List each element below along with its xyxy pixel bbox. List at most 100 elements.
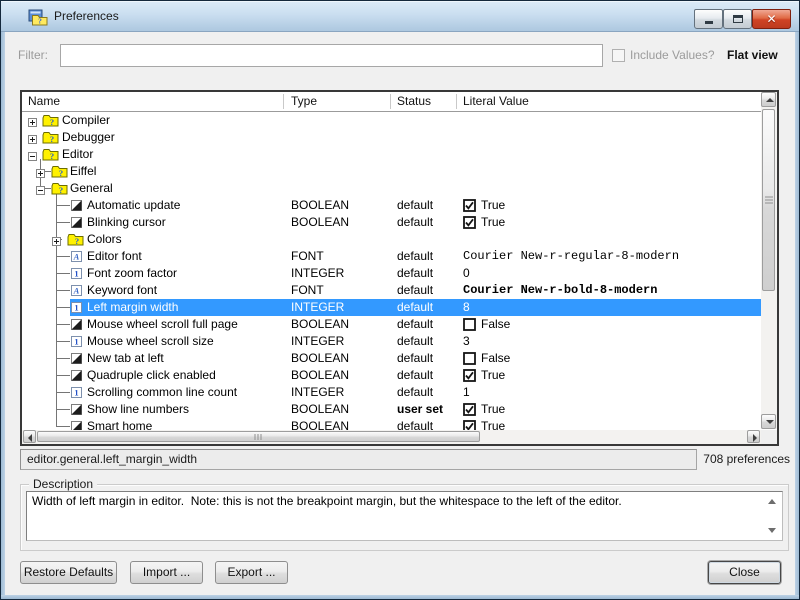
vertical-scroll-thumb[interactable] — [762, 109, 775, 291]
description-text: Width of left margin in editor. Note: th… — [32, 494, 762, 509]
boolean-type-icon — [71, 421, 82, 430]
collapse-minus-icon[interactable] — [28, 150, 37, 159]
export-button[interactable]: Export ... — [215, 561, 288, 584]
pref-value: Courier New-r-regular-8-modern — [463, 248, 679, 265]
expand-plus-icon[interactable] — [52, 235, 61, 244]
value-checkbox-unchecked[interactable] — [463, 318, 476, 334]
pref-status: default — [397, 299, 433, 316]
tree-line — [56, 426, 70, 427]
svg-text:?: ? — [50, 151, 54, 161]
close-window-button[interactable]: ✕ — [752, 9, 791, 29]
tree-line — [56, 290, 70, 291]
pref-name: Automatic update — [87, 197, 180, 214]
folder-icon: ? — [42, 131, 59, 147]
tree-line — [56, 307, 70, 308]
restore-defaults-button[interactable]: Restore Defaults — [20, 561, 117, 584]
column-divider[interactable] — [456, 94, 457, 109]
pref-row-show-line-numbers[interactable]: Show line numbersBOOLEANuser setTrue — [22, 401, 761, 418]
pref-row-new-tab-at-left[interactable]: New tab at leftBOOLEANdefaultFalse — [22, 350, 761, 367]
import-button[interactable]: Import ... — [130, 561, 203, 584]
column-header-literal[interactable]: Literal Value — [463, 92, 529, 111]
pref-row-smart-home[interactable]: Smart homeBOOLEANdefaultTrue — [22, 418, 761, 430]
pref-name: Compiler — [62, 112, 110, 129]
pref-row-font-zoom-factor[interactable]: 1Font zoom factorINTEGERdefault0 — [22, 265, 761, 282]
pref-row-mouse-wheel-scroll-full-page[interactable]: Mouse wheel scroll full pageBOOLEANdefau… — [22, 316, 761, 333]
pref-row-scrolling-common-line-count[interactable]: 1Scrolling common line countINTEGERdefau… — [22, 384, 761, 401]
value-checkbox-checked[interactable] — [463, 369, 476, 385]
pref-row-automatic-update[interactable]: Automatic updateBOOLEANdefaultTrue — [22, 197, 761, 214]
description-scroll-down-icon[interactable] — [768, 528, 776, 533]
grid-rows: ? Compiler?Debugger?Editor?Eiffel?General… — [22, 112, 761, 430]
horizontal-scroll-thumb[interactable] — [37, 431, 480, 442]
tree-line — [56, 205, 70, 206]
boolean-type-icon — [71, 404, 82, 418]
pref-row-general[interactable]: ?General — [22, 180, 761, 197]
expand-plus-icon[interactable] — [28, 116, 37, 125]
pref-status: default — [397, 418, 433, 430]
include-values-checkbox[interactable] — [612, 49, 625, 62]
maximize-button[interactable] — [723, 9, 752, 29]
pref-row-colors[interactable]: ?Colors — [22, 231, 761, 248]
pref-row-blinking-cursor[interactable]: Blinking cursorBOOLEANdefaultTrue — [22, 214, 761, 231]
tree-line — [56, 341, 70, 342]
pref-type: BOOLEAN — [291, 367, 349, 384]
scroll-down-button[interactable] — [761, 414, 776, 429]
column-divider[interactable] — [283, 94, 284, 109]
window-frame-left — [1, 31, 5, 599]
column-divider[interactable] — [390, 94, 391, 109]
pref-row-mouse-wheel-scroll-size[interactable]: 1Mouse wheel scroll sizeINTEGERdefault3 — [22, 333, 761, 350]
svg-text:?: ? — [50, 134, 54, 144]
boolean-type-icon — [71, 200, 82, 214]
svg-text:?: ? — [50, 117, 54, 127]
pref-value: 0 — [463, 265, 470, 282]
collapse-minus-icon[interactable] — [36, 184, 45, 193]
filter-input[interactable] — [60, 44, 603, 67]
column-header-type[interactable]: Type — [291, 92, 317, 111]
pref-status: default — [397, 333, 433, 350]
expand-plus-icon[interactable] — [36, 167, 45, 176]
arrow-down-icon — [766, 420, 774, 424]
pref-row-keyword-font[interactable]: AKeyword fontFONTdefaultCourier New-r-bo… — [22, 282, 761, 299]
pref-row-compiler[interactable]: ? Compiler — [22, 112, 761, 129]
scroll-right-button[interactable] — [747, 430, 760, 443]
pref-row-left-margin-width[interactable]: 1Left margin widthINTEGERdefault8 — [22, 299, 761, 316]
pref-row-editor-font[interactable]: AEditor fontFONTdefaultCourier New-r-reg… — [22, 248, 761, 265]
pref-row-quadruple-click-enabled[interactable]: Quadruple click enabledBOOLEANdefaultTru… — [22, 367, 761, 384]
font-type-icon: A — [71, 251, 82, 265]
scroll-up-button[interactable] — [761, 92, 776, 107]
scroll-left-button[interactable] — [23, 430, 36, 443]
value-checkbox-checked[interactable] — [463, 403, 476, 419]
svg-text:1: 1 — [74, 303, 78, 313]
pref-name: Scrolling common line count — [87, 384, 237, 401]
svg-text:1: 1 — [74, 337, 78, 347]
flat-view-button[interactable]: Flat view — [727, 44, 778, 67]
expand-plus-icon[interactable] — [28, 133, 37, 142]
value-checkbox-checked[interactable] — [463, 420, 476, 430]
horizontal-scrollbar[interactable] — [22, 430, 761, 444]
pref-row-editor[interactable]: ?Editor — [22, 146, 761, 163]
pref-status: default — [397, 350, 433, 367]
integer-type-icon: 1 — [71, 336, 82, 350]
vertical-scrollbar[interactable] — [761, 92, 777, 429]
pref-type: INTEGER — [291, 299, 344, 316]
pref-row-eiffel[interactable]: ?Eiffel — [22, 163, 761, 180]
folder-icon: ? — [42, 114, 59, 130]
pref-type: FONT — [291, 248, 324, 265]
description-scroll-up-icon[interactable] — [768, 499, 776, 504]
window-frame-right — [795, 31, 799, 599]
thumb-grip — [765, 197, 773, 204]
description-textarea[interactable]: Width of left margin in editor. Note: th… — [26, 491, 783, 541]
boolean-type-icon — [71, 370, 82, 384]
pref-status: default — [397, 214, 433, 231]
close-button[interactable]: Close — [708, 561, 781, 584]
column-header-status[interactable]: Status — [397, 92, 431, 111]
value-checkbox-checked[interactable] — [463, 216, 476, 232]
pref-value: True — [481, 418, 505, 430]
boolean-type-icon — [71, 353, 82, 367]
pref-row-debugger[interactable]: ?Debugger — [22, 129, 761, 146]
value-checkbox-unchecked[interactable] — [463, 352, 476, 368]
pref-value: True — [481, 401, 505, 418]
column-header-name[interactable]: Name — [28, 92, 60, 111]
value-checkbox-checked[interactable] — [463, 199, 476, 215]
minimize-button[interactable] — [694, 9, 723, 29]
